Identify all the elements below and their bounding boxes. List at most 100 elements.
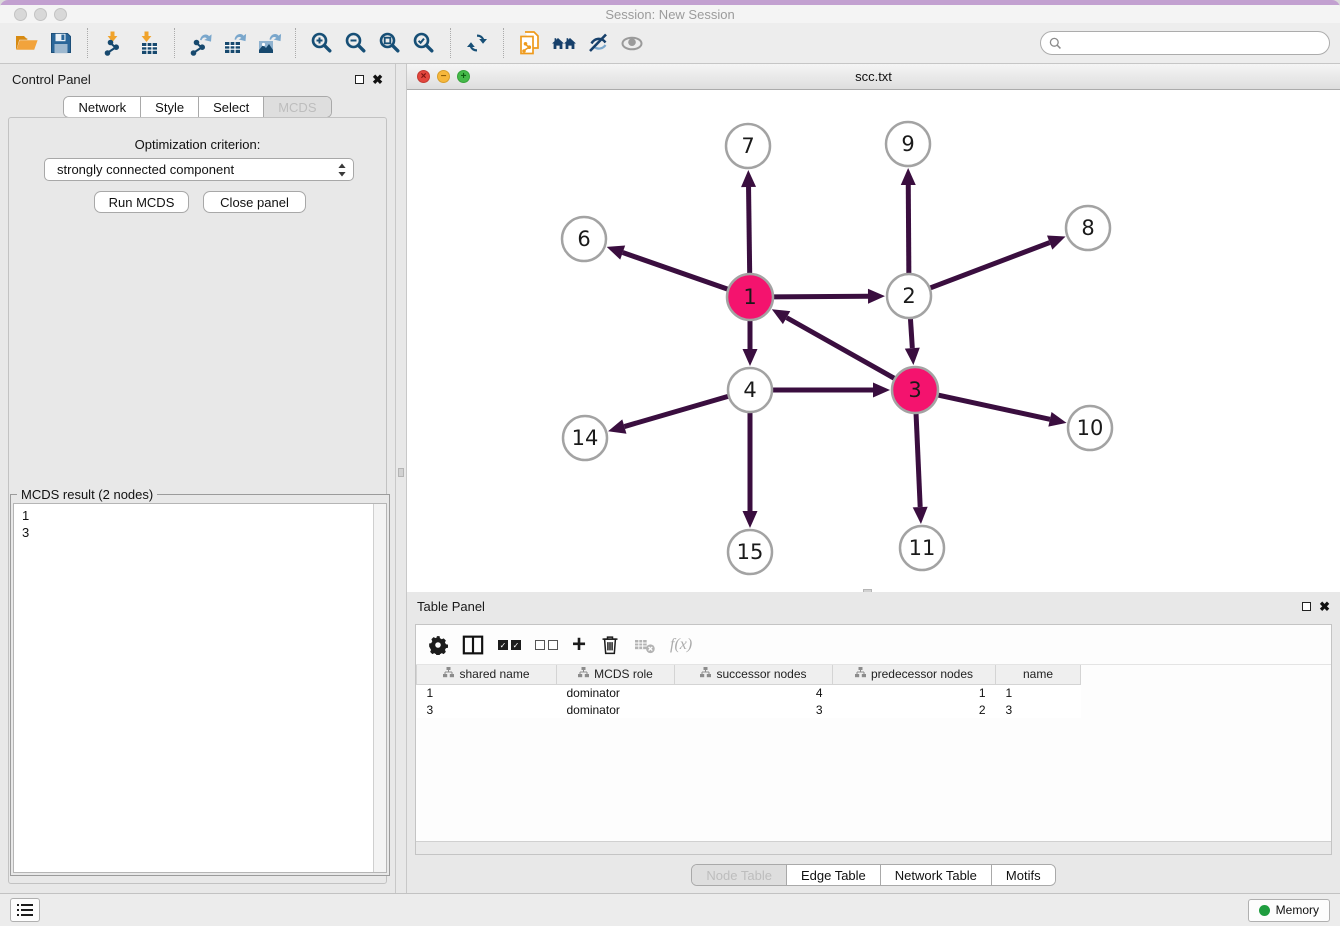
graph-node-11[interactable]: 11 <box>900 526 944 570</box>
network-canvas[interactable]: 7 9 6 8 1 2 4 3 14 10 15 11 <box>407 90 1340 591</box>
hide-selected-icon[interactable] <box>581 28 615 58</box>
svg-text:9: 9 <box>901 132 914 156</box>
graph-node-14[interactable]: 14 <box>563 416 607 460</box>
task-history-button[interactable] <box>10 898 40 922</box>
import-network-icon[interactable] <box>97 28 131 58</box>
svg-text:7: 7 <box>741 134 754 158</box>
table-row[interactable]: 3dominator323 <box>417 701 1081 718</box>
table-horizontal-scrollbar[interactable] <box>416 841 1331 854</box>
zoom-in-icon[interactable] <box>305 28 339 58</box>
edge-2-9[interactable] <box>908 185 909 274</box>
splitter-handle[interactable] <box>398 468 404 477</box>
cell-predecessor-nodes[interactable]: 1 <box>833 684 996 701</box>
close-panel-icon[interactable]: ✖ <box>372 75 383 84</box>
column-header-name[interactable]: name <box>996 665 1081 684</box>
delete-column-icon[interactable] <box>600 634 620 656</box>
tab-select[interactable]: Select <box>198 97 263 117</box>
graph-node-2[interactable]: 2 <box>887 274 931 318</box>
zoom-fit-icon[interactable] <box>373 28 407 58</box>
svg-text:6: 6 <box>577 227 590 251</box>
window-title: Session: New Session <box>0 7 1340 22</box>
toolbar-separator <box>450 28 451 58</box>
select-all-rows-icon[interactable]: ✓✓ <box>498 640 521 650</box>
edge-3-10[interactable] <box>937 395 1049 419</box>
graph-node-1[interactable]: 1 <box>727 274 773 320</box>
export-image-icon[interactable] <box>252 28 286 58</box>
deselect-all-rows-icon[interactable] <box>535 640 558 650</box>
first-neighbors-icon[interactable] <box>547 28 581 58</box>
column-header-predecessor-nodes[interactable]: predecessor nodes <box>833 665 996 684</box>
add-column-icon[interactable]: + <box>572 635 586 655</box>
network-graph[interactable]: 7 9 6 8 1 2 4 3 14 10 15 11 <box>407 90 1340 591</box>
cell-predecessor-nodes[interactable]: 2 <box>833 701 996 718</box>
column-visibility-icon[interactable] <box>462 635 484 655</box>
close-panel-button[interactable]: Close panel <box>203 191 306 213</box>
column-header-successor-nodes[interactable]: successor nodes <box>675 665 833 684</box>
tab-node-table[interactable]: Node Table <box>692 865 786 885</box>
tab-motifs[interactable]: Motifs <box>991 865 1055 885</box>
float-table-panel-icon[interactable] <box>1302 602 1311 611</box>
criterion-dropdown[interactable]: strongly connected component <box>44 158 354 181</box>
graph-node-9[interactable]: 9 <box>886 122 930 166</box>
cell-MCDS-role[interactable]: dominator <box>557 684 675 701</box>
network-view-window: scc.txt × − + 7968124314101511 <box>407 64 1340 592</box>
dropdown-stepper-icon <box>337 163 347 177</box>
search-input[interactable] <box>1067 36 1321 50</box>
zoom-selected-icon[interactable] <box>407 28 441 58</box>
cell-shared-name[interactable]: 1 <box>417 684 557 701</box>
cell-name[interactable]: 1 <box>996 684 1081 701</box>
node-table: shared nameMCDS rolesuccessor nodesprede… <box>416 665 1081 718</box>
tab-style[interactable]: Style <box>140 97 198 117</box>
tab-mcds[interactable]: MCDS <box>263 97 330 117</box>
table-panel: Table Panel ✖ ✓✓ + <box>407 592 1340 893</box>
edge-1-2[interactable] <box>773 296 868 297</box>
export-network-icon[interactable] <box>184 28 218 58</box>
close-table-panel-icon[interactable]: ✖ <box>1319 602 1330 611</box>
search-box[interactable] <box>1040 31 1330 55</box>
memory-button[interactable]: Memory <box>1248 899 1330 922</box>
cell-successor-nodes[interactable]: 3 <box>675 701 833 718</box>
show-all-icon[interactable] <box>615 28 649 58</box>
zoom-out-icon[interactable] <box>339 28 373 58</box>
vertical-splitter[interactable] <box>395 64 407 893</box>
minimize-view-button[interactable]: − <box>437 70 450 83</box>
edge-1-7[interactable] <box>749 187 750 274</box>
graph-node-6[interactable]: 6 <box>562 217 606 261</box>
clone-network-icon[interactable] <box>513 28 547 58</box>
import-table-icon[interactable] <box>131 28 165 58</box>
export-table-icon[interactable] <box>218 28 252 58</box>
tab-network[interactable]: Network <box>64 97 140 117</box>
float-panel-icon[interactable] <box>355 75 364 84</box>
cell-shared-name[interactable]: 3 <box>417 701 557 718</box>
tab-network-table[interactable]: Network Table <box>880 865 991 885</box>
save-session-icon[interactable] <box>44 28 78 58</box>
column-header-MCDS-role[interactable]: MCDS role <box>557 665 675 684</box>
open-session-icon[interactable] <box>10 28 44 58</box>
run-mcds-button[interactable]: Run MCDS <box>94 191 189 213</box>
main-toolbar <box>0 23 1340 64</box>
cell-MCDS-role[interactable]: dominator <box>557 701 675 718</box>
cell-successor-nodes[interactable]: 4 <box>675 684 833 701</box>
graph-node-8[interactable]: 8 <box>1066 206 1110 250</box>
table-row[interactable]: 1dominator411 <box>417 684 1081 701</box>
edge-1-6[interactable] <box>623 253 729 290</box>
cell-name[interactable]: 3 <box>996 701 1081 718</box>
column-type-icon <box>578 667 589 681</box>
maximize-view-button[interactable]: + <box>457 70 470 83</box>
graph-node-4[interactable]: 4 <box>728 368 772 412</box>
column-header-shared-name[interactable]: shared name <box>417 665 557 684</box>
edge-3-1[interactable] <box>787 318 895 379</box>
table-options-icon[interactable] <box>428 635 448 655</box>
graph-node-10[interactable]: 10 <box>1068 406 1112 450</box>
graph-node-7[interactable]: 7 <box>726 124 770 168</box>
graph-node-3[interactable]: 3 <box>892 367 938 413</box>
edge-2-3[interactable] <box>910 318 912 348</box>
edge-3-11[interactable] <box>916 413 920 507</box>
graph-node-15[interactable]: 15 <box>728 530 772 574</box>
edge-2-8[interactable] <box>930 243 1050 289</box>
close-view-button[interactable]: × <box>417 70 430 83</box>
refresh-layout-icon[interactable] <box>460 28 494 58</box>
result-scrollbar[interactable] <box>373 504 386 872</box>
edge-4-14[interactable] <box>624 396 729 426</box>
tab-edge-table[interactable]: Edge Table <box>786 865 880 885</box>
